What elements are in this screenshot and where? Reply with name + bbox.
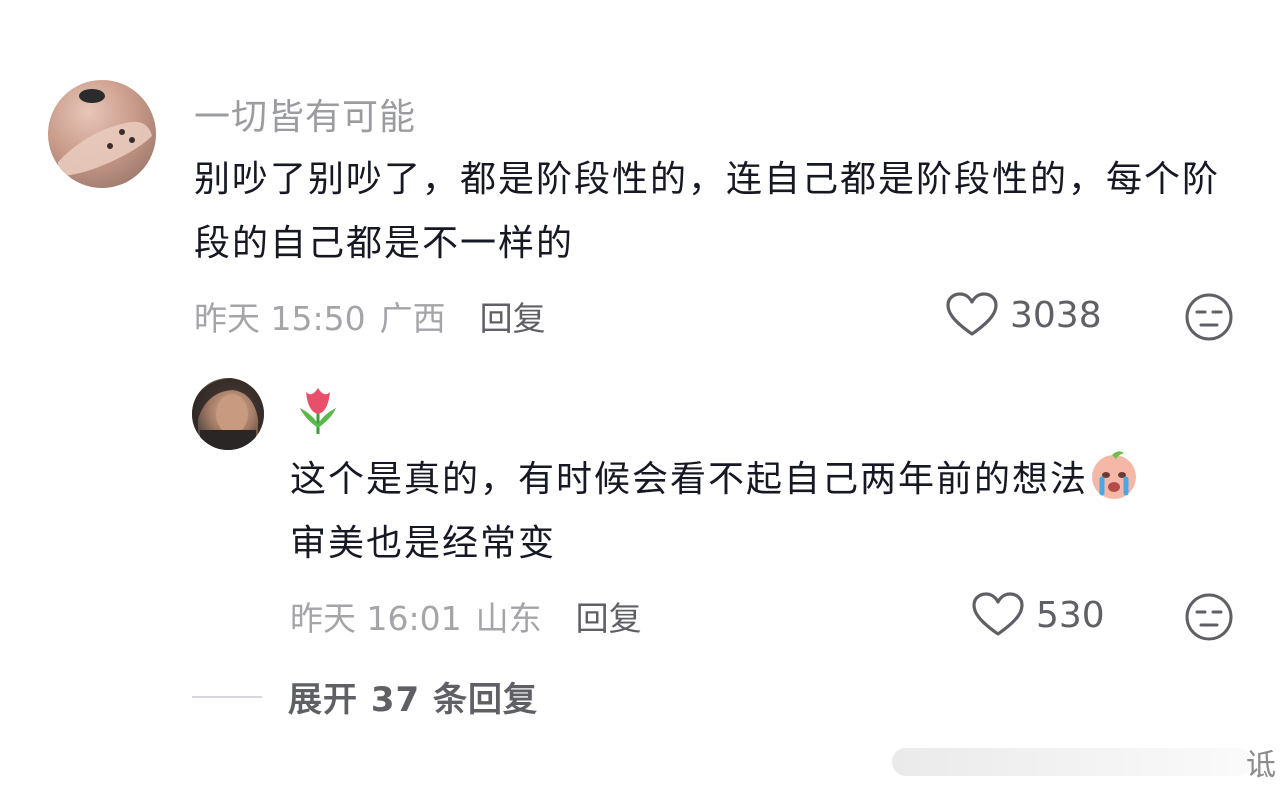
comment-reply-button[interactable]: 回复 <box>480 292 546 340</box>
expand-replies-label: 展开 37 条回复 <box>288 680 538 720</box>
comment-location: 广西 <box>379 299 446 338</box>
reply-text-line2: 审美也是经常变 <box>290 523 557 564</box>
watermark-text: 诋 <box>1246 748 1276 783</box>
reply-location: 山东 <box>475 599 542 638</box>
comment-like-count: 3038 <box>1010 294 1102 336</box>
reply-time: 昨天 16:01 <box>290 599 462 638</box>
commenter-username[interactable]: 一切皆有可能 <box>194 88 416 140</box>
comment-text: 别吵了别吵了，都是阶段性的，连自己都是阶段性的，每个阶段的自己都是不一样的 <box>194 159 1221 264</box>
tulip-emoji-icon <box>296 384 340 434</box>
dislike-face-icon <box>1185 293 1233 341</box>
reply-dislike-button[interactable] <box>1184 592 1234 646</box>
heart-icon <box>972 592 1024 636</box>
comment-thread: 一切皆有可能 别吵了别吵了，都是阶段性的，连自己都是阶段性的，每个阶段的自己都是… <box>0 0 1284 791</box>
avatar-photo <box>192 378 264 450</box>
reply-reply-button[interactable]: 回复 <box>576 592 642 640</box>
reply-meta: 昨天 16:01 山东 回复 <box>290 592 642 640</box>
comment-meta: 昨天 15:50 广西 回复 <box>194 292 546 340</box>
expand-divider <box>192 695 262 698</box>
replier-avatar[interactable] <box>192 378 264 450</box>
heart-icon <box>946 292 998 336</box>
expand-replies-button[interactable]: 展开 37 条回复 <box>192 672 538 721</box>
dislike-face-icon <box>1185 593 1233 641</box>
watermark: 诋 <box>872 738 1284 784</box>
reply-text-line1: 这个是真的，有时候会看不起自己两年前的想法 <box>290 459 1089 500</box>
watermark-bar <box>892 748 1252 776</box>
reply-text: 这个是真的，有时候会看不起自己两年前的想法 审美也是经常变 <box>290 448 1250 576</box>
reply-like-button[interactable]: 530 <box>972 592 1105 638</box>
comment-time: 昨天 15:50 <box>194 299 366 338</box>
comment-like-button[interactable]: 3038 <box>946 292 1102 338</box>
avatar-photo <box>58 89 152 176</box>
comment-dislike-button[interactable] <box>1184 292 1234 346</box>
commenter-avatar[interactable] <box>48 80 156 188</box>
crying-face-emoji-icon <box>1088 449 1140 501</box>
reply-like-count: 530 <box>1036 594 1105 636</box>
